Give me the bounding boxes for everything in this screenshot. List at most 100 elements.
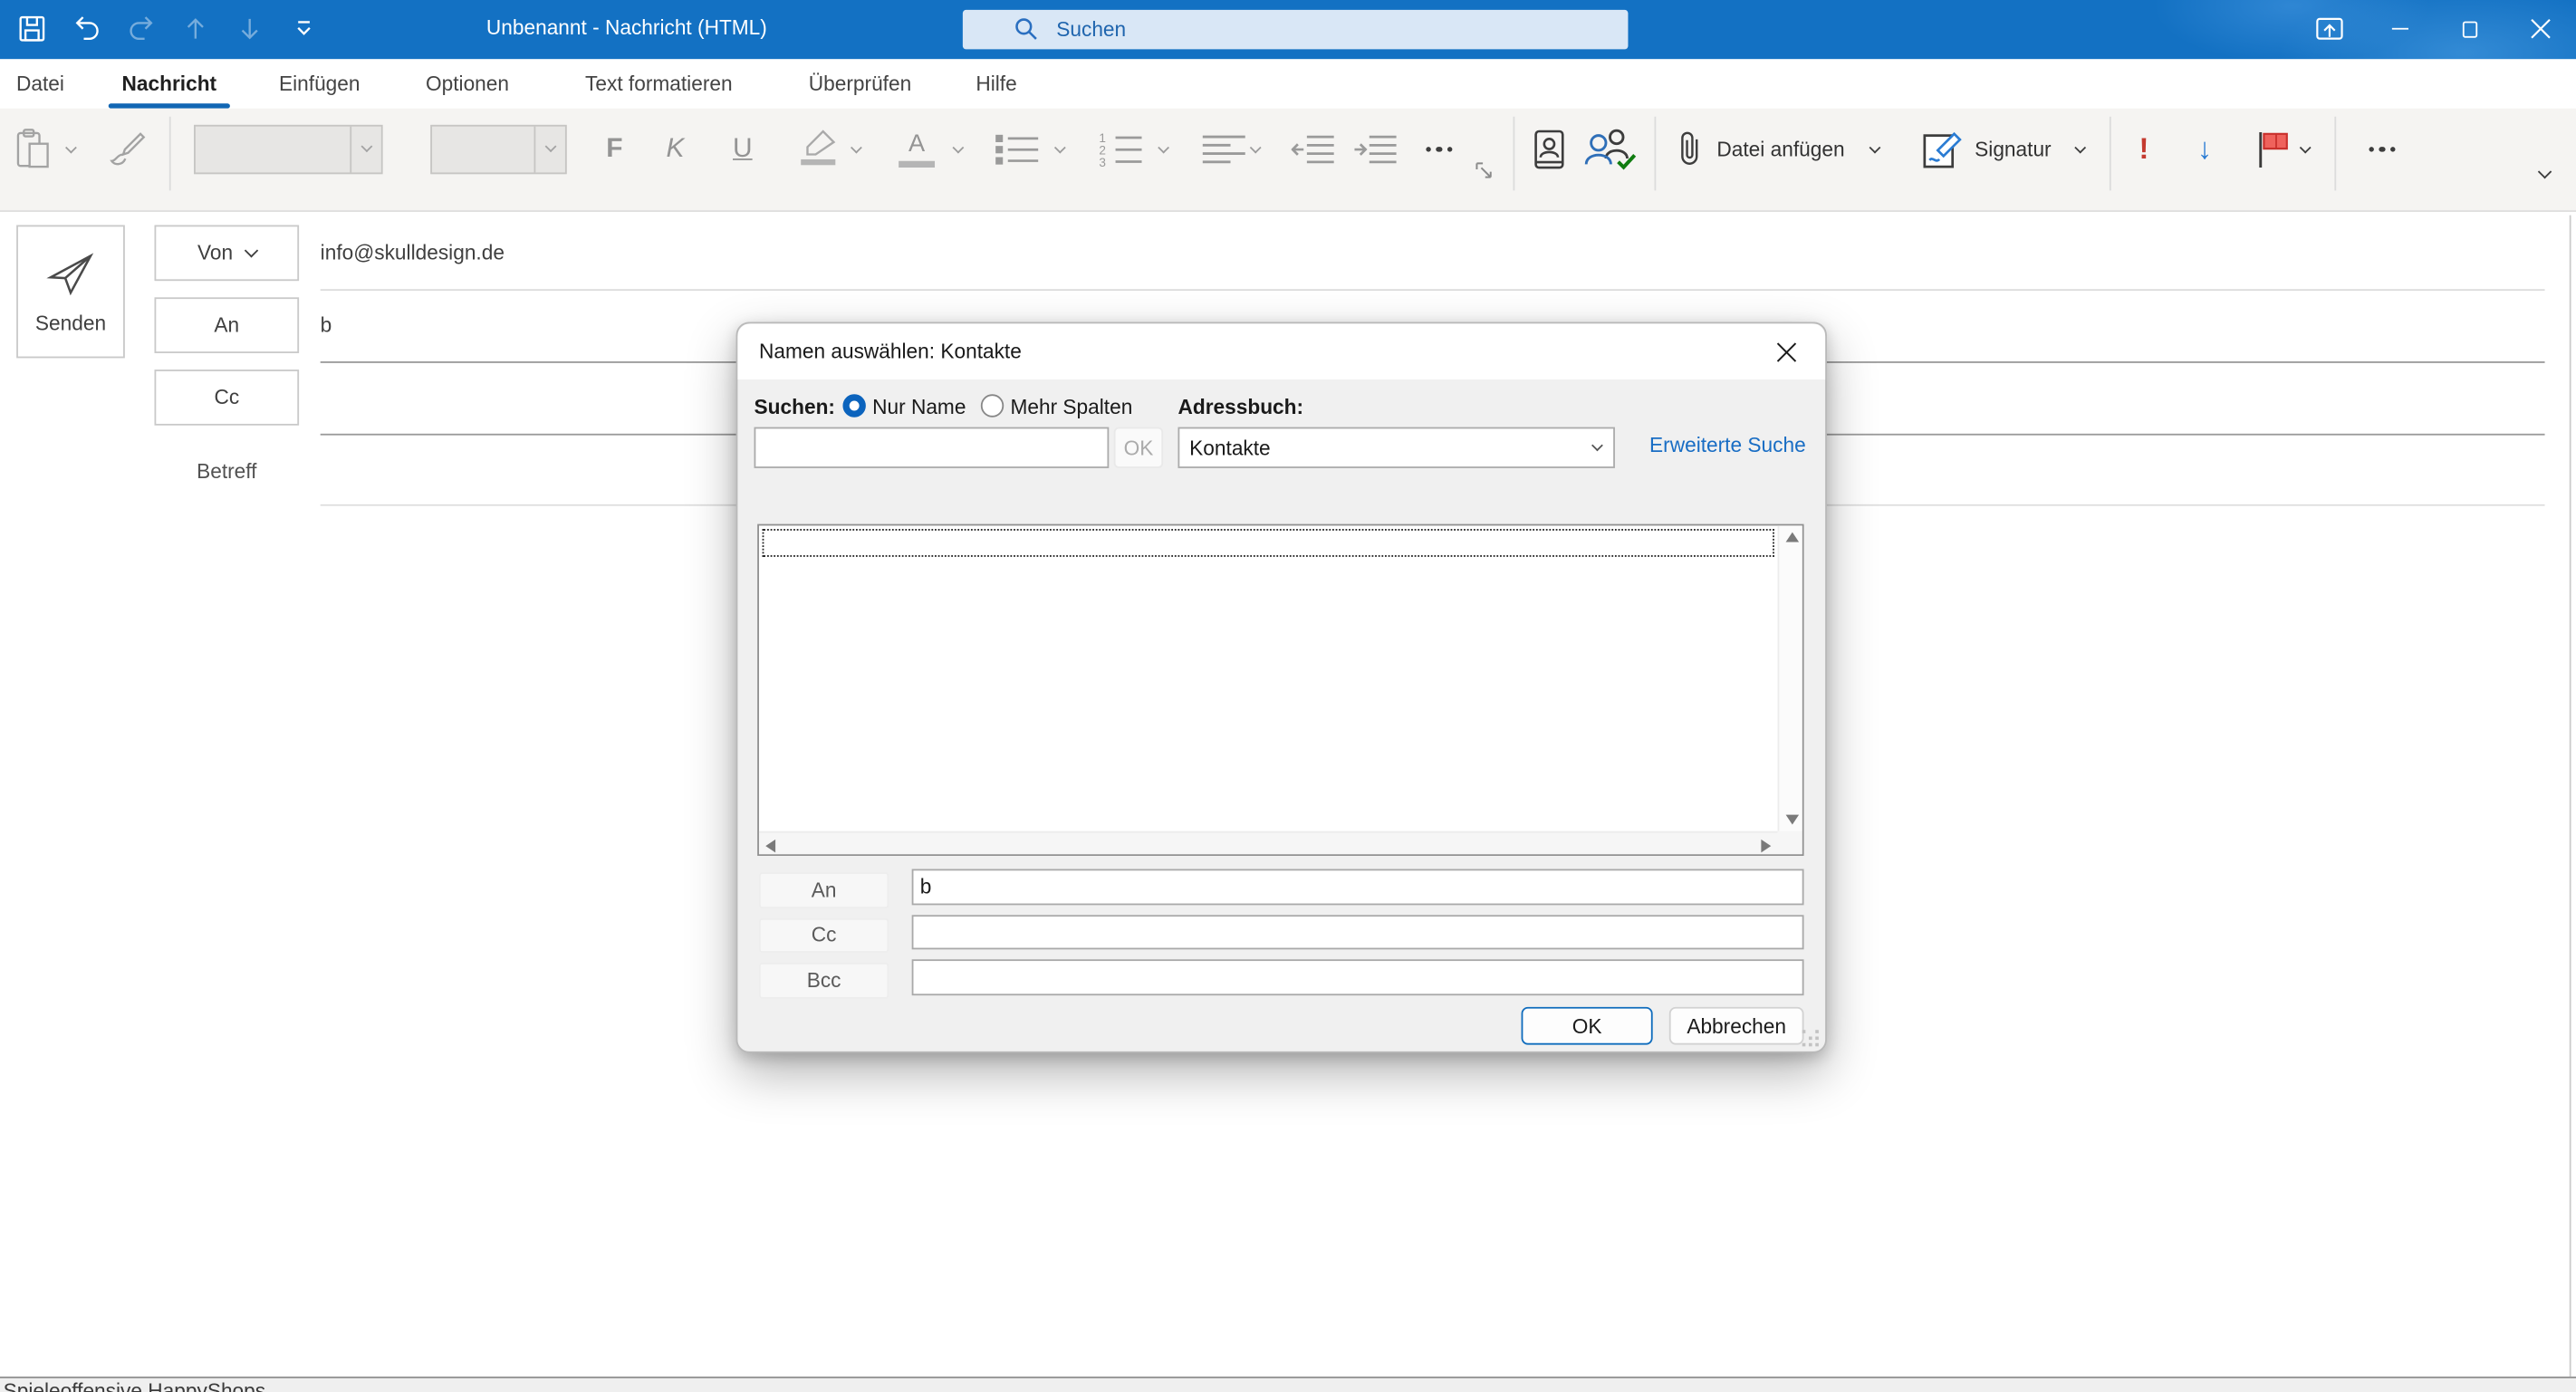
decrease-indent-button[interactable] — [1290, 132, 1334, 165]
increase-indent-button[interactable] — [1352, 132, 1397, 165]
message-body-edge — [2570, 215, 2571, 1377]
contacts-list-focus-row[interactable] — [763, 529, 1774, 557]
italic-button[interactable]: K — [654, 133, 697, 164]
customize-quick-access-icon[interactable] — [287, 14, 318, 44]
scroll-up-icon[interactable] — [1785, 533, 1799, 542]
numbered-list-dropdown-button[interactable] — [1160, 145, 1168, 152]
scrollbar-corner — [1778, 831, 1802, 854]
scroll-left-icon[interactable] — [765, 839, 775, 852]
tab-hilfe[interactable]: Hilfe — [973, 58, 1021, 107]
bullet-list-dropdown-button[interactable] — [1056, 145, 1063, 152]
dialog-resize-grip[interactable] — [1802, 1030, 1819, 1046]
paste-dropdown-button[interactable] — [67, 145, 74, 152]
check-names-button[interactable] — [1581, 126, 1639, 172]
horizontal-scrollbar[interactable] — [759, 831, 1778, 854]
dialog-search-ok-button[interactable]: OK — [1114, 427, 1163, 468]
alignment-button[interactable] — [1199, 132, 1248, 165]
dialog-titlebar: Namen auswählen: Kontakte — [737, 323, 1825, 379]
collapse-ribbon-button[interactable] — [2540, 168, 2550, 178]
dialog-bcc-field[interactable] — [912, 959, 1804, 994]
dialog-to-field[interactable]: b — [912, 869, 1804, 904]
dialog-cc-field[interactable] — [912, 914, 1804, 949]
dialog-ok-button[interactable]: OK — [1522, 1007, 1653, 1045]
signature-label[interactable]: Signatur — [1975, 137, 2070, 159]
text-highlight-button[interactable] — [792, 124, 844, 173]
close-button[interactable] — [2505, 0, 2576, 58]
chevron-down-icon — [533, 126, 564, 172]
send-button[interactable]: Senden — [16, 225, 125, 358]
highlight-dropdown-button[interactable] — [852, 145, 860, 152]
dialog-to-button[interactable]: An — [759, 872, 889, 907]
underline-button[interactable]: U — [719, 133, 765, 164]
radio-more-columns[interactable] — [981, 394, 1004, 417]
follow-up-flag-button[interactable] — [2251, 129, 2293, 168]
tab-ueberpruefen[interactable]: Überprüfen — [798, 58, 921, 107]
cc-button[interactable]: Cc — [154, 370, 299, 426]
contacts-list[interactable] — [757, 524, 1803, 856]
minimize-button[interactable] — [2364, 0, 2435, 58]
signature-dropdown-button[interactable] — [2077, 145, 2084, 152]
maximize-button[interactable] — [2435, 0, 2505, 58]
radio-name-only[interactable] — [842, 394, 865, 417]
search-bar[interactable]: Suchen — [963, 9, 1629, 49]
bold-button[interactable]: F — [591, 133, 638, 164]
address-book-button[interactable] — [1526, 128, 1572, 170]
signature-button[interactable] — [1922, 128, 1965, 170]
dialog-cancel-button[interactable]: Abbrechen — [1669, 1007, 1804, 1045]
from-field-value[interactable]: info@skulldesign.de — [321, 241, 505, 264]
font-color-icon: A — [908, 130, 925, 158]
from-button[interactable]: Von — [154, 225, 299, 281]
tab-nachricht[interactable]: Nachricht — [109, 58, 230, 107]
to-button[interactable]: An — [154, 297, 299, 353]
tab-einfuegen[interactable]: Einfügen — [273, 58, 366, 107]
high-importance-button[interactable]: ! — [2129, 131, 2159, 166]
scroll-down-icon[interactable] — [1785, 815, 1799, 825]
format-painter-button[interactable] — [105, 129, 151, 168]
radio-more-columns-label[interactable]: Mehr Spalten — [1010, 396, 1132, 418]
bullet-list-button[interactable] — [993, 132, 1042, 165]
close-icon — [2530, 18, 2552, 40]
attach-file-label[interactable]: Datei anfügen — [1716, 137, 1868, 159]
ribbon-display-options-icon — [2314, 15, 2344, 43]
paste-button[interactable] — [14, 127, 53, 171]
addressbook-combo[interactable]: Kontakte — [1177, 427, 1614, 468]
font-size-combo[interactable] — [430, 124, 567, 173]
flag-icon — [2254, 129, 2291, 168]
alignment-dropdown-button[interactable] — [1252, 145, 1259, 152]
chevron-down-icon — [1591, 440, 1602, 451]
from-label: Von — [197, 242, 233, 264]
dialog-search-input[interactable] — [755, 427, 1110, 468]
addressbook-combo-value: Kontakte — [1189, 437, 1270, 459]
to-field-value[interactable]: b — [321, 313, 332, 336]
tab-optionen[interactable]: Optionen — [414, 58, 521, 107]
font-name-combo[interactable] — [194, 124, 383, 173]
numbered-list-button[interactable]: 123 — [1094, 131, 1147, 166]
advanced-search-link[interactable]: Erweiterte Suche — [1649, 434, 1806, 456]
flag-dropdown-button[interactable] — [2302, 145, 2309, 152]
send-label: Senden — [35, 312, 106, 334]
tab-datei[interactable]: Datei — [14, 58, 68, 107]
dialog-cc-button[interactable]: Cc — [759, 917, 889, 953]
more-ribbon-options-button[interactable] — [2356, 146, 2408, 151]
low-importance-button[interactable]: ↓ — [2185, 131, 2225, 166]
ribbon-display-options-button[interactable] — [2293, 0, 2364, 58]
font-color-dropdown-button[interactable] — [955, 145, 962, 152]
scroll-right-icon[interactable] — [1761, 839, 1771, 852]
dialog-bcc-button[interactable]: Bcc — [759, 963, 889, 998]
search-bar-label: Suchen — [1056, 17, 1126, 40]
ribbon-separator — [1654, 116, 1656, 190]
attach-file-button[interactable] — [1671, 128, 1707, 170]
dialog-launcher-button[interactable] — [1475, 161, 1494, 179]
dialog-close-button[interactable] — [1768, 333, 1804, 370]
paste-icon — [14, 127, 51, 171]
font-color-button[interactable]: A — [892, 124, 941, 173]
attach-file-dropdown-button[interactable] — [1871, 145, 1879, 152]
radio-name-only-label[interactable]: Nur Name — [872, 396, 966, 418]
undo-icon[interactable] — [71, 14, 101, 44]
tab-text-formatieren[interactable]: Text formatieren — [569, 58, 750, 107]
send-icon — [44, 249, 97, 297]
save-icon[interactable] — [16, 14, 47, 44]
ribbon-tabs: Datei Nachricht Einfügen Optionen Text f… — [0, 58, 2576, 107]
vertical-scrollbar[interactable] — [1778, 525, 1802, 830]
more-paragraph-options-button[interactable] — [1415, 146, 1464, 151]
